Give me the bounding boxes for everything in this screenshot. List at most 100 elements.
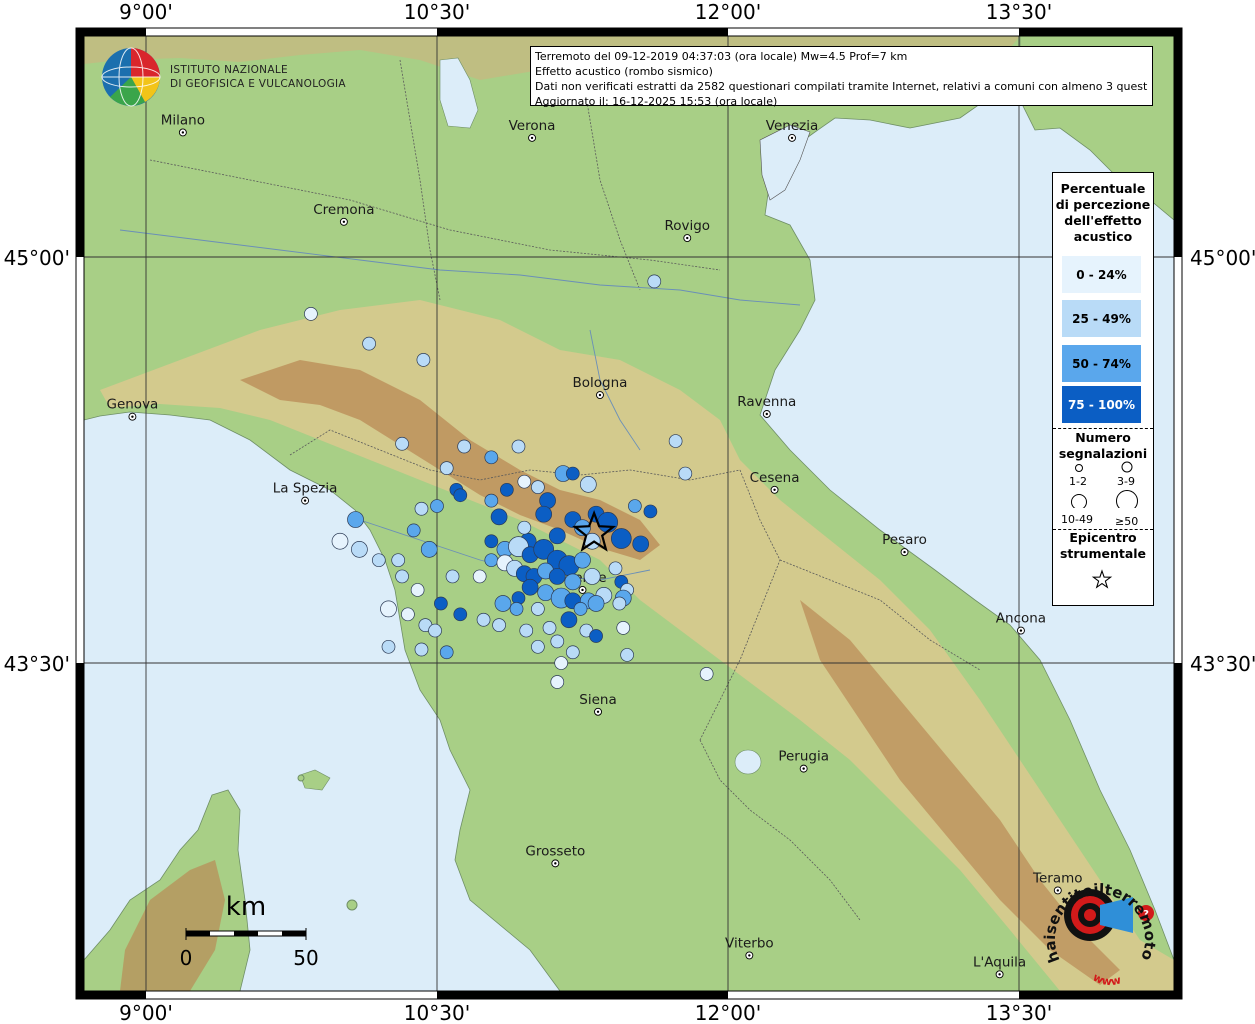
lon-label-bottom-2: 10°30' (404, 1001, 470, 1024)
institute-name: ISTITUTO NAZIONALE DI GEOFISICA E VULCAN… (170, 63, 346, 91)
city-label: Venezia (766, 118, 818, 134)
city-label: Siena (579, 692, 616, 708)
felt-report-point (414, 642, 429, 657)
city-label: Viterbo (725, 935, 774, 951)
felt-report-point (564, 573, 582, 591)
felt-report-point (608, 561, 623, 576)
lat-label-left-1: 45°00' (4, 246, 70, 270)
city-label: L'Aquila (973, 954, 1026, 970)
ingv-logo-icon (101, 47, 161, 107)
felt-report-point (420, 541, 438, 558)
felt-report-point (509, 602, 524, 616)
legend-count-title-line1: Numero (1075, 430, 1131, 445)
felt-report-point (428, 623, 442, 638)
scale-end-label: 50 (293, 946, 318, 970)
size-label-2: 3-9 (1117, 475, 1135, 488)
felt-report-point (632, 535, 650, 553)
felt-report-point (643, 504, 658, 519)
felt-report-point (381, 639, 396, 654)
felt-report-point (391, 553, 406, 568)
legend-epi-title: Epicentro strumentale (1053, 530, 1153, 562)
city-label: Milano (161, 112, 205, 128)
city-marker-dot (686, 236, 689, 240)
felt-report-point (521, 578, 539, 596)
felt-report-point (597, 511, 619, 533)
city-marker-dot (581, 588, 584, 592)
legend-size-symbols (1071, 461, 1138, 508)
felt-report-point (351, 541, 368, 558)
felt-report-point (406, 523, 421, 538)
felt-report-point (416, 353, 431, 367)
felt-report-point (380, 600, 397, 618)
city-marker-dot (598, 393, 602, 397)
felt-report-point (587, 595, 605, 612)
felt-report-point (610, 528, 632, 549)
city-marker-dot (790, 136, 794, 140)
felt-report-point (445, 569, 460, 584)
city-marker-dot (802, 767, 805, 770)
city-marker-dot (1056, 889, 1060, 892)
felt-report-point (531, 480, 545, 494)
felt-report-point (331, 532, 349, 550)
felt-report-point (430, 499, 444, 513)
felt-report-point (560, 611, 578, 629)
legend-class-0: 0 - 24% (1062, 256, 1141, 293)
city-label: Verona (509, 118, 556, 134)
felt-report-point (554, 656, 569, 670)
felt-report-point (371, 553, 386, 568)
size-symbol-2 (1121, 461, 1133, 473)
felt-report-point (579, 476, 597, 493)
event-info-line1: Terremoto del 09-12-2019 04:37:03 (ora l… (535, 50, 908, 63)
legend-title-line2: di percezione (1055, 197, 1151, 212)
felt-report-point (410, 583, 425, 597)
felt-report-point (511, 439, 526, 454)
scale-start-label: 0 (180, 946, 193, 970)
legend-title: Percentuale di percezione dell'effetto a… (1053, 181, 1153, 245)
lon-label-bottom-1: 9°00' (119, 1001, 173, 1024)
legend-class-1: 25 - 49% (1062, 300, 1141, 337)
felt-report-point (699, 667, 714, 681)
city-marker-dot (530, 136, 534, 140)
felt-report-point (490, 508, 508, 526)
city-label: La Spezia (273, 481, 338, 497)
lon-label-top-4: 13°30' (986, 0, 1052, 24)
felt-report-point (472, 569, 487, 584)
felt-report-point (401, 607, 415, 622)
felt-report-point (548, 568, 566, 585)
felt-report-point (531, 602, 545, 616)
felt-report-point (362, 336, 376, 351)
city-label: Ancona (996, 611, 1046, 627)
legend-title-line1: Percentuale (1060, 181, 1146, 196)
city-marker-dot (596, 710, 600, 713)
size-symbol-3 (1071, 494, 1087, 508)
city-label: Pesaro (882, 532, 927, 548)
felt-report-point (589, 629, 603, 643)
event-info-line2: Effetto acustico (rombo sismico) (535, 65, 713, 78)
felt-report-point (550, 675, 565, 689)
legend-class-3: 75 - 100% (1062, 386, 1141, 423)
felt-report-point (517, 474, 532, 489)
city-label: Teramo (1032, 870, 1083, 886)
lon-label-bottom-4: 13°30' (986, 1001, 1052, 1024)
felt-report-point (434, 596, 448, 611)
felt-report-point (395, 436, 409, 451)
felt-report-point (453, 488, 468, 503)
size-label-1: 1-2 (1069, 475, 1087, 488)
size-label-3: 10-49 (1061, 513, 1093, 526)
felt-report-point (484, 534, 499, 549)
felt-report-point (583, 568, 601, 585)
legend-title-line4: acustico (1073, 229, 1133, 244)
lake-trasimeno (734, 749, 762, 775)
scale-title: km (226, 892, 266, 922)
size-symbol-4 (1116, 490, 1138, 508)
city-marker-dot (998, 973, 1001, 976)
lon-label-top-3: 12°00' (695, 0, 761, 24)
institute-line2: DI GEOFISICA E VULCANOLOGIA (170, 78, 346, 90)
felt-report-point (535, 505, 553, 523)
felt-report-point (457, 439, 472, 454)
felt-report-point (612, 596, 627, 611)
lon-label-top-1: 9°00' (119, 0, 173, 24)
felt-report-point (484, 450, 499, 465)
felt-report-point (548, 527, 566, 545)
felt-report-point (484, 493, 499, 508)
